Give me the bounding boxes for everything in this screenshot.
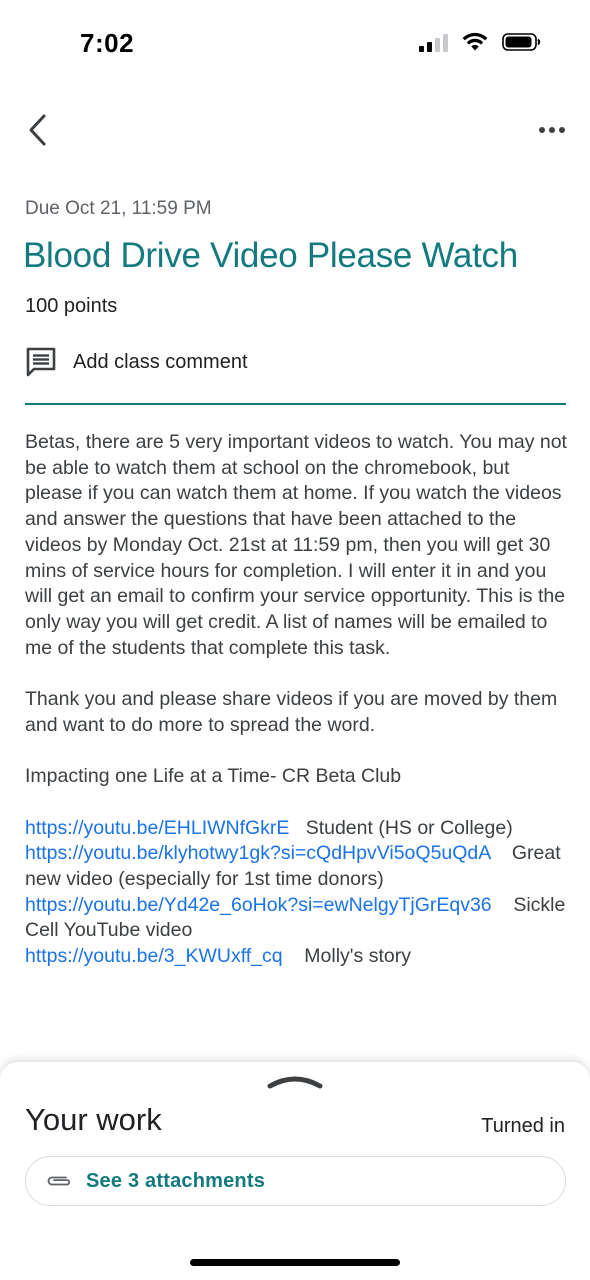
paperclip-icon	[47, 1176, 71, 1186]
video-link[interactable]: https://youtu.be/Yd42e_6oHok?si=ewNelgyT…	[25, 894, 492, 916]
video-links: https://youtu.be/EHLIWNfGkrE Student (HS…	[25, 816, 570, 970]
video-link[interactable]: https://youtu.be/klyhotwy1gk?si=cQdHpvVi…	[25, 842, 490, 864]
video-link-caption: Student (HS or College)	[289, 816, 513, 839]
submission-status: Turned in	[481, 1115, 565, 1137]
video-link-item: https://youtu.be/Yd42e_6oHok?si=ewNelgyT…	[25, 893, 570, 944]
home-indicator[interactable]	[190, 1259, 400, 1266]
assignment-description: Betas, there are 5 very important videos…	[25, 430, 570, 970]
description-paragraph: Thank you and please share videos if you…	[25, 688, 558, 736]
your-work-sheet: Your work Turned in See 3 attachments	[0, 1062, 590, 1280]
video-link[interactable]: https://youtu.be/3_KWUxff_cq	[25, 945, 283, 967]
video-link-item: https://youtu.be/klyhotwy1gk?si=cQdHpvVi…	[25, 841, 570, 892]
video-link[interactable]: https://youtu.be/EHLIWNfGkrE	[25, 817, 289, 839]
see-attachments-label: See 3 attachments	[86, 1169, 266, 1192]
sheet-expand-handle[interactable]	[266, 1074, 324, 1090]
description-signature: Impacting one Life at a Time- CR Beta Cl…	[25, 765, 402, 788]
video-link-item: https://youtu.be/EHLIWNfGkrE Student (HS…	[25, 816, 570, 842]
your-work-heading: Your work	[25, 1102, 162, 1137]
see-attachments-button[interactable]: See 3 attachments	[25, 1156, 566, 1206]
chevron-up-icon	[267, 1076, 323, 1089]
description-viewport[interactable]: Betas, there are 5 very important videos…	[0, 0, 590, 1062]
description-paragraph: Betas, there are 5 very important videos…	[25, 431, 567, 659]
video-link-caption: Molly's story	[282, 945, 411, 968]
video-link-item: https://youtu.be/3_KWUxff_cq Molly's sto…	[25, 944, 570, 970]
